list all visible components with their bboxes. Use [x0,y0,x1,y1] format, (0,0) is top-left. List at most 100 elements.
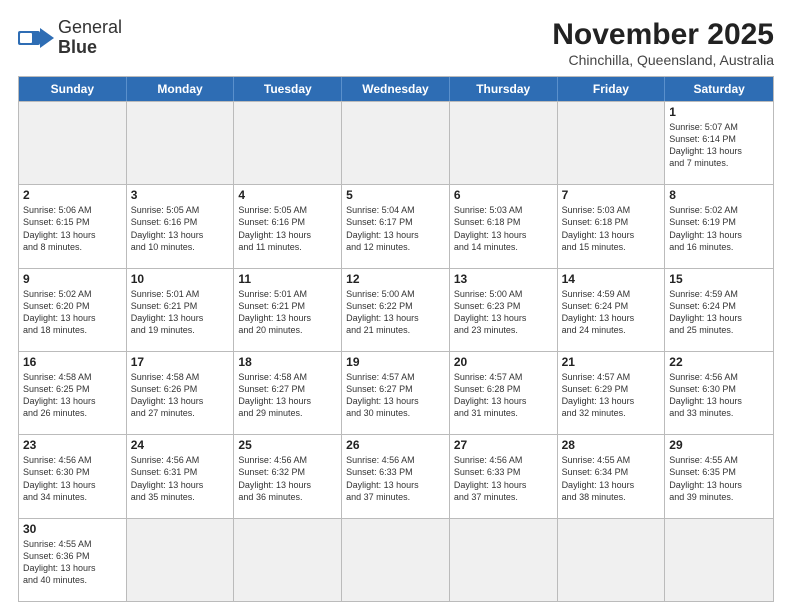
table-row: 17Sunrise: 4:58 AM Sunset: 6:26 PM Dayli… [127,352,235,434]
day-info: Sunrise: 4:58 AM Sunset: 6:25 PM Dayligh… [23,371,122,420]
day-number: 16 [23,355,122,369]
day-info: Sunrise: 4:56 AM Sunset: 6:31 PM Dayligh… [131,454,230,503]
header-saturday: Saturday [665,77,773,101]
generalblue-logo-icon [18,23,54,53]
day-info: Sunrise: 5:01 AM Sunset: 6:21 PM Dayligh… [238,288,337,337]
table-row: 5 Sunrise: 5:04 AM Sunset: 6:17 PM Daylig… [342,185,450,267]
table-row: 25 Sunrise: 4:56 AM Sunset: 6:32 PM Dayli… [234,435,342,517]
day-info: Sunrise: 5:04 AM Sunset: 6:17 PM Dayligh… [346,204,445,253]
table-row: 3 Sunrise: 5:05 AM Sunset: 6:16 PM Daylig… [127,185,235,267]
day-number: 22 [669,355,769,369]
location-title: Chinchilla, Queensland, Australia [552,52,774,68]
table-row [450,102,558,184]
table-row: 19 Sunrise: 4:57 AM Sunset: 6:27 PM Dayli… [342,352,450,434]
day-info: Sunrise: 5:02 AM Sunset: 6:19 PM Dayligh… [669,204,769,253]
table-row: 14 Sunrise: 4:59 AM Sunset: 6:24 PM Dayli… [558,269,666,351]
calendar-header: Sunday Monday Tuesday Wednesday Thursday… [19,77,773,101]
calendar-week-6: 30 Sunrise: 4:55 AM Sunset: 6:36 PM Dayli… [19,518,773,601]
header-thursday: Thursday [450,77,558,101]
day-number: 5 [346,188,445,202]
day-number: 24 [131,438,230,452]
day-number: 11 [238,272,337,286]
month-title: November 2025 [552,18,774,52]
table-row [450,519,558,601]
calendar-week-3: 9Sunrise: 5:02 AM Sunset: 6:20 PM Daylig… [19,268,773,351]
day-number: 28 [562,438,661,452]
day-number: 21 [562,355,661,369]
calendar-week-2: 2Sunrise: 5:06 AM Sunset: 6:15 PM Daylig… [19,184,773,267]
day-number: 4 [238,188,337,202]
table-row: 21Sunrise: 4:57 AM Sunset: 6:29 PM Dayli… [558,352,666,434]
table-row: 24 Sunrise: 4:56 AM Sunset: 6:31 PM Dayli… [127,435,235,517]
table-row: 1Sunrise: 5:07 AM Sunset: 6:14 PM Daylig… [665,102,773,184]
table-row [342,519,450,601]
day-number: 29 [669,438,769,452]
table-row: 16 Sunrise: 4:58 AM Sunset: 6:25 PM Dayli… [19,352,127,434]
table-row: 26Sunrise: 4:56 AM Sunset: 6:33 PM Dayli… [342,435,450,517]
day-number: 27 [454,438,553,452]
day-number: 14 [562,272,661,286]
table-row: 4 Sunrise: 5:05 AM Sunset: 6:16 PM Daylig… [234,185,342,267]
day-number: 15 [669,272,769,286]
day-number: 20 [454,355,553,369]
table-row [19,102,127,184]
day-number: 8 [669,188,769,202]
day-info: Sunrise: 4:56 AM Sunset: 6:32 PM Dayligh… [238,454,337,503]
day-number: 10 [131,272,230,286]
day-info: Sunrise: 4:56 AM Sunset: 6:30 PM Dayligh… [23,454,122,503]
table-row [558,519,666,601]
table-row [342,102,450,184]
day-info: Sunrise: 4:58 AM Sunset: 6:26 PM Dayligh… [131,371,230,420]
table-row: 27 Sunrise: 4:56 AM Sunset: 6:33 PM Dayli… [450,435,558,517]
table-row [127,519,235,601]
table-row [234,102,342,184]
table-row: 23Sunrise: 4:56 AM Sunset: 6:30 PM Dayli… [19,435,127,517]
day-info: Sunrise: 4:58 AM Sunset: 6:27 PM Dayligh… [238,371,337,420]
day-info: Sunrise: 5:05 AM Sunset: 6:16 PM Dayligh… [238,204,337,253]
table-row: 8 Sunrise: 5:02 AM Sunset: 6:19 PM Daylig… [665,185,773,267]
header-tuesday: Tuesday [234,77,342,101]
day-info: Sunrise: 4:55 AM Sunset: 6:36 PM Dayligh… [23,538,122,587]
table-row: 12Sunrise: 5:00 AM Sunset: 6:22 PM Dayli… [342,269,450,351]
day-info: Sunrise: 5:06 AM Sunset: 6:15 PM Dayligh… [23,204,122,253]
table-row: 22Sunrise: 4:56 AM Sunset: 6:30 PM Dayli… [665,352,773,434]
table-row: 20 Sunrise: 4:57 AM Sunset: 6:28 PM Dayli… [450,352,558,434]
day-info: Sunrise: 4:57 AM Sunset: 6:27 PM Dayligh… [346,371,445,420]
table-row: 9Sunrise: 5:02 AM Sunset: 6:20 PM Daylig… [19,269,127,351]
table-row: 11 Sunrise: 5:01 AM Sunset: 6:21 PM Dayli… [234,269,342,351]
day-info: Sunrise: 4:56 AM Sunset: 6:33 PM Dayligh… [346,454,445,503]
day-number: 1 [669,105,769,119]
day-info: Sunrise: 4:55 AM Sunset: 6:35 PM Dayligh… [669,454,769,503]
day-info: Sunrise: 4:56 AM Sunset: 6:33 PM Dayligh… [454,454,553,503]
page: GeneralBlue November 2025 Chinchilla, Qu… [0,0,792,612]
day-number: 19 [346,355,445,369]
day-info: Sunrise: 4:59 AM Sunset: 6:24 PM Dayligh… [562,288,661,337]
day-number: 18 [238,355,337,369]
day-info: Sunrise: 5:03 AM Sunset: 6:18 PM Dayligh… [562,204,661,253]
day-info: Sunrise: 5:05 AM Sunset: 6:16 PM Dayligh… [131,204,230,253]
day-number: 3 [131,188,230,202]
table-row: 10 Sunrise: 5:01 AM Sunset: 6:21 PM Dayli… [127,269,235,351]
table-row: 2Sunrise: 5:06 AM Sunset: 6:15 PM Daylig… [19,185,127,267]
header-wednesday: Wednesday [342,77,450,101]
calendar-week-5: 23Sunrise: 4:56 AM Sunset: 6:30 PM Dayli… [19,434,773,517]
calendar-week-1: 1Sunrise: 5:07 AM Sunset: 6:14 PM Daylig… [19,101,773,184]
header-sunday: Sunday [19,77,127,101]
table-row: 29 Sunrise: 4:55 AM Sunset: 6:35 PM Dayli… [665,435,773,517]
day-info: Sunrise: 5:01 AM Sunset: 6:21 PM Dayligh… [131,288,230,337]
day-number: 25 [238,438,337,452]
header: GeneralBlue November 2025 Chinchilla, Qu… [18,18,774,68]
table-row [558,102,666,184]
day-info: Sunrise: 5:00 AM Sunset: 6:22 PM Dayligh… [346,288,445,337]
day-number: 30 [23,522,122,536]
day-number: 13 [454,272,553,286]
day-number: 7 [562,188,661,202]
table-row [127,102,235,184]
header-friday: Friday [558,77,666,101]
day-info: Sunrise: 4:55 AM Sunset: 6:34 PM Dayligh… [562,454,661,503]
day-info: Sunrise: 5:03 AM Sunset: 6:18 PM Dayligh… [454,204,553,253]
table-row: 28 Sunrise: 4:55 AM Sunset: 6:34 PM Dayli… [558,435,666,517]
day-number: 6 [454,188,553,202]
day-info: Sunrise: 4:57 AM Sunset: 6:28 PM Dayligh… [454,371,553,420]
table-row: 13Sunrise: 5:00 AM Sunset: 6:23 PM Dayli… [450,269,558,351]
